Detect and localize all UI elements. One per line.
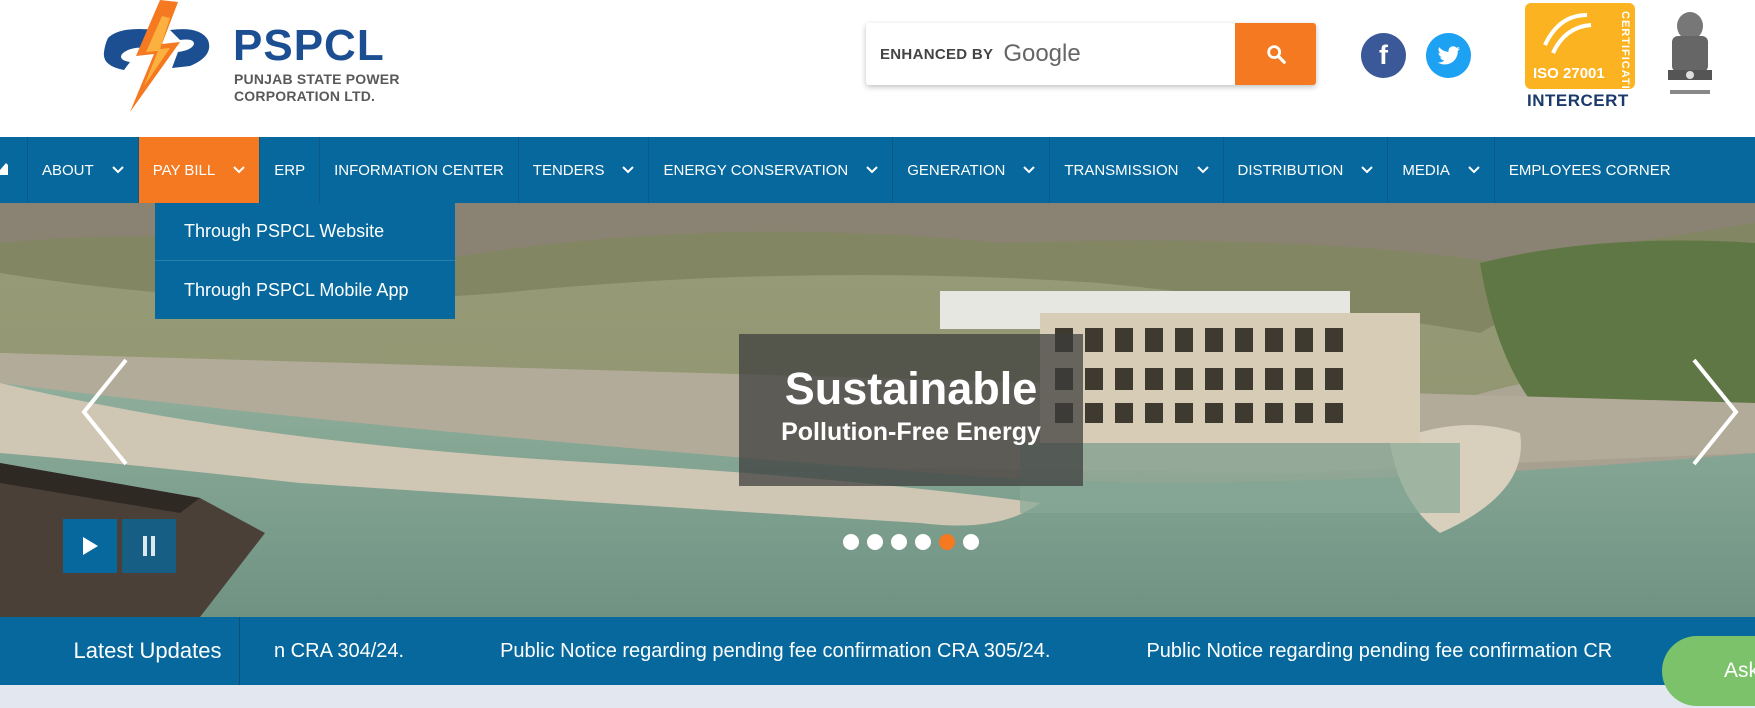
dropdown-item-pspcl-mobile-app[interactable]: Through PSPCL Mobile App	[155, 261, 455, 319]
next-slide-arrow-icon[interactable]	[1690, 358, 1740, 466]
ticker-item[interactable]: Public Notice regarding pending fee conf…	[1146, 640, 1612, 663]
site-header: PSPCL PUNJAB STATE POWER CORPORATION LTD…	[0, 0, 1755, 137]
chevron-down-icon	[1023, 166, 1036, 174]
iso-certification-badge: CERTIFICATION ISO 27001 INTERCERT	[1523, 3, 1636, 111]
nav-erp[interactable]: ERP	[260, 137, 321, 203]
nav-information-center[interactable]: INFORMATION CENTER	[320, 137, 519, 203]
chevron-down-icon	[866, 166, 878, 174]
latest-updates-label: Latest Updates	[0, 617, 240, 685]
ticker-item[interactable]: Public Notice regarding pending fee conf…	[500, 640, 1050, 663]
hero-caption-subtitle: Pollution-Free Energy	[781, 418, 1041, 446]
facebook-icon: f	[1379, 40, 1388, 70]
pay-bill-dropdown: Through PSPCL Website Through PSPCL Mobi…	[155, 203, 455, 319]
nav-label: DISTRIBUTION	[1237, 161, 1344, 179]
slide-dot[interactable]	[891, 534, 907, 550]
nav-label: PAY BILL	[152, 161, 216, 179]
play-button[interactable]	[63, 519, 117, 573]
nav-label: MEDIA	[1402, 161, 1450, 179]
ask-label: Ask	[1724, 659, 1755, 682]
dropdown-item-pspcl-website[interactable]: Through PSPCL Website	[155, 203, 455, 261]
nav-label: TENDERS	[532, 161, 605, 179]
nav-home[interactable]	[0, 137, 28, 203]
pspcl-logo-icon	[103, 0, 210, 112]
nav-about[interactable]: ABOUT	[28, 137, 139, 203]
logo-subtitle-line1: PUNJAB STATE POWER	[234, 71, 400, 87]
hero-caption: Sustainable Pollution-Free Energy	[739, 334, 1083, 486]
pause-button[interactable]	[122, 519, 176, 573]
slide-dot[interactable]	[915, 534, 931, 550]
site-search: ENHANCED BY Google	[866, 23, 1316, 85]
chevron-down-icon	[1468, 166, 1480, 174]
nav-label: TRANSMISSION	[1064, 161, 1179, 179]
twitter-icon	[1437, 45, 1460, 64]
search-enhanced-by: ENHANCED BY	[880, 45, 994, 63]
nav-label: GENERATION	[907, 161, 1006, 179]
nav-tenders[interactable]: TENDERS	[519, 137, 650, 203]
ticker-item[interactable]: n CRA 304/24.	[274, 640, 404, 663]
nav-distribution[interactable]: DISTRIBUTION	[1224, 137, 1389, 203]
nav-employees-corner[interactable]: EMPLOYEES CORNER	[1495, 137, 1685, 203]
nav-label: ERP	[274, 161, 306, 179]
ticker-track: n CRA 304/24. Public Notice regarding pe…	[274, 617, 1708, 685]
nav-pay-bill[interactable]: PAY BILL	[138, 137, 261, 203]
facebook-button[interactable]: f	[1361, 33, 1406, 78]
chevron-down-icon	[111, 166, 124, 174]
slide-dot[interactable]	[939, 534, 955, 550]
chevron-down-icon	[622, 166, 635, 174]
nav-energy-conservation[interactable]: ENERGY CONSERVATION	[649, 137, 894, 203]
search-input[interactable]: ENHANCED BY Google	[866, 23, 1236, 85]
twitter-button[interactable]	[1426, 33, 1471, 78]
chevron-down-icon	[1196, 166, 1209, 174]
search-brand: Google	[1003, 40, 1081, 67]
home-icon	[0, 163, 8, 175]
pspcl-logo[interactable]: PSPCL PUNJAB STATE POWER CORPORATION LTD…	[100, 0, 410, 112]
latest-updates-ticker: Latest Updates n CRA 304/24. Public Noti…	[0, 617, 1755, 685]
nav-label: EMPLOYEES CORNER	[1508, 161, 1671, 179]
certificate-seal-icon	[1543, 13, 1592, 54]
ask-chat-button[interactable]: Ask	[1662, 636, 1755, 706]
slide-dot[interactable]	[963, 534, 979, 550]
main-nav: ABOUT PAY BILL ERP INFORMATION CENTER TE…	[0, 137, 1755, 203]
national-emblem-icon	[1668, 12, 1712, 94]
play-icon	[83, 537, 98, 555]
nav-transmission[interactable]: TRANSMISSION	[1050, 137, 1224, 203]
nav-label: INFORMATION CENTER	[334, 161, 504, 179]
search-button[interactable]	[1235, 23, 1316, 85]
nav-label: ABOUT	[42, 161, 94, 179]
hero-caption-title: Sustainable	[784, 363, 1038, 414]
pause-icon	[143, 536, 155, 556]
logo-title: PSPCL	[233, 21, 385, 70]
iso-standard: ISO 27001	[1533, 65, 1605, 82]
previous-slide-arrow-icon[interactable]	[80, 358, 130, 466]
logo-subtitle-line2: CORPORATION LTD.	[234, 88, 376, 104]
slide-dot[interactable]	[843, 534, 859, 550]
nav-label: ENERGY CONSERVATION	[663, 161, 849, 179]
slide-indicators	[843, 534, 987, 550]
chevron-down-icon	[1361, 166, 1374, 174]
page: PSPCL PUNJAB STATE POWER CORPORATION LTD…	[0, 0, 1755, 708]
iso-badge-box: CERTIFICATION ISO 27001	[1525, 3, 1635, 108]
search-icon	[1266, 45, 1286, 64]
nav-media[interactable]: MEDIA	[1388, 137, 1495, 203]
slide-dot[interactable]	[867, 534, 883, 550]
chevron-down-icon	[233, 166, 245, 174]
iso-certifier: INTERCERT	[1527, 91, 1629, 110]
nav-generation[interactable]: GENERATION	[893, 137, 1051, 203]
page-bottom-strip	[0, 685, 1755, 708]
